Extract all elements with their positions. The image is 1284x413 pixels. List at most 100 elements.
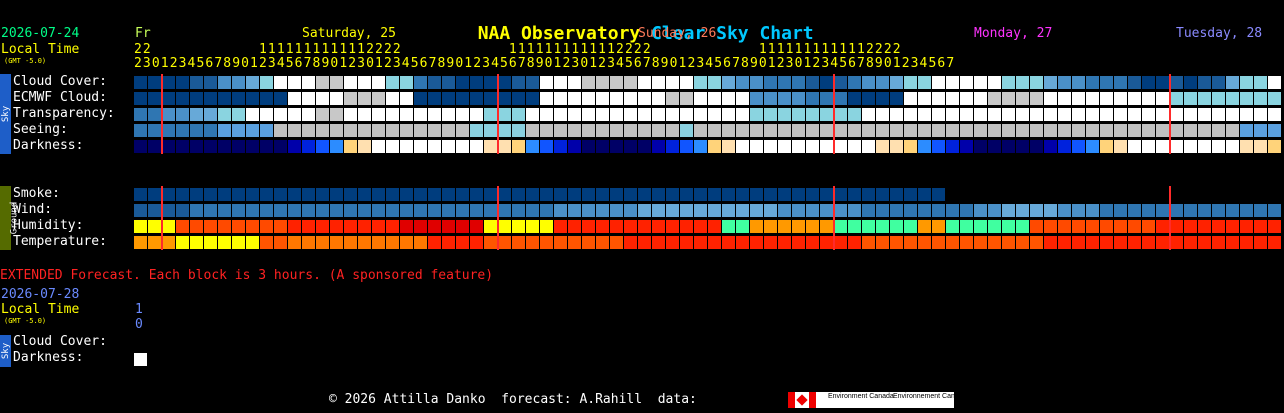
ecmwf-cell[interactable]	[610, 92, 623, 105]
darkness-cell[interactable]	[1198, 140, 1211, 153]
seeing-cell[interactable]	[1254, 124, 1267, 137]
seeing-cell[interactable]	[1072, 124, 1085, 137]
wind-cell[interactable]	[960, 204, 973, 217]
smoke-cell[interactable]	[176, 188, 189, 201]
cloud-cell[interactable]	[722, 76, 735, 89]
smoke-cell[interactable]	[568, 188, 581, 201]
temperature-cell[interactable]	[750, 236, 763, 249]
wind-cell[interactable]	[316, 204, 329, 217]
temperature-cell[interactable]	[568, 236, 581, 249]
wind-cell[interactable]	[1114, 204, 1127, 217]
transparency-cell[interactable]	[526, 108, 539, 121]
darkness-cell[interactable]	[862, 140, 875, 153]
ecmwf-cell[interactable]	[652, 92, 665, 105]
cloud-cell[interactable]	[596, 76, 609, 89]
humidity-cell[interactable]	[904, 220, 917, 233]
seeing-cell[interactable]	[1016, 124, 1029, 137]
ecmwf-cell[interactable]	[890, 92, 903, 105]
cloud-cell[interactable]	[288, 76, 301, 89]
transparency-cell[interactable]	[1226, 108, 1239, 121]
wind-cell[interactable]	[456, 204, 469, 217]
darkness-cell[interactable]	[792, 140, 805, 153]
transparency-cell[interactable]	[288, 108, 301, 121]
temperature-cell[interactable]	[638, 236, 651, 249]
cloud-cell[interactable]	[666, 76, 679, 89]
darkness-cell[interactable]	[918, 140, 931, 153]
transparency-cell[interactable]	[848, 108, 861, 121]
seeing-cell[interactable]	[652, 124, 665, 137]
cloud-cell[interactable]	[470, 76, 483, 89]
seeing-cell[interactable]	[134, 124, 147, 137]
seeing-cell[interactable]	[456, 124, 469, 137]
darkness-cell[interactable]	[554, 140, 567, 153]
wind-cell[interactable]	[302, 204, 315, 217]
seeing-cell[interactable]	[946, 124, 959, 137]
ecmwf-cell[interactable]	[1100, 92, 1113, 105]
transparency-cell[interactable]	[1240, 108, 1253, 121]
humidity-cell[interactable]	[722, 220, 735, 233]
cloud-cell[interactable]	[932, 76, 945, 89]
seeing-cell[interactable]	[1100, 124, 1113, 137]
darkness-cell[interactable]	[540, 140, 553, 153]
darkness-cell[interactable]	[974, 140, 987, 153]
transparency-cell[interactable]	[960, 108, 973, 121]
wind-cell[interactable]	[680, 204, 693, 217]
temperature-cell[interactable]	[1086, 236, 1099, 249]
temperature-cell[interactable]	[694, 236, 707, 249]
transparency-cell[interactable]	[302, 108, 315, 121]
seeing-cell[interactable]	[540, 124, 553, 137]
darkness-cell[interactable]	[1268, 140, 1281, 153]
transparency-cell[interactable]	[736, 108, 749, 121]
seeing-cell[interactable]	[904, 124, 917, 137]
seeing-cell[interactable]	[918, 124, 931, 137]
smoke-cell[interactable]	[876, 188, 889, 201]
darkness-cell[interactable]	[932, 140, 945, 153]
transparency-cell[interactable]	[400, 108, 413, 121]
darkness-cell[interactable]	[708, 140, 721, 153]
temperature-cell[interactable]	[1072, 236, 1085, 249]
seeing-cell[interactable]	[470, 124, 483, 137]
transparency-cell[interactable]	[932, 108, 945, 121]
cloud-cell[interactable]	[484, 76, 497, 89]
wind-cell[interactable]	[806, 204, 819, 217]
temperature-cell[interactable]	[834, 236, 847, 249]
temperature-cell[interactable]	[134, 236, 147, 249]
temperature-cell[interactable]	[778, 236, 791, 249]
ecmwf-cell[interactable]	[554, 92, 567, 105]
smoke-cell[interactable]	[162, 188, 175, 201]
smoke-cell[interactable]	[148, 188, 161, 201]
seeing-cell[interactable]	[190, 124, 203, 137]
temperature-cell[interactable]	[344, 236, 357, 249]
ecmwf-cell[interactable]	[204, 92, 217, 105]
darkness-cell[interactable]	[848, 140, 861, 153]
humidity-cell[interactable]	[1226, 220, 1239, 233]
ecmwf-cell[interactable]	[988, 92, 1001, 105]
temperature-cell[interactable]	[904, 236, 917, 249]
row-label-cloud-cover[interactable]: Cloud Cover:	[13, 74, 107, 90]
humidity-cell[interactable]	[666, 220, 679, 233]
humidity-cell[interactable]	[946, 220, 959, 233]
temperature-cell[interactable]	[862, 236, 875, 249]
wind-cell[interactable]	[246, 204, 259, 217]
wind-cell[interactable]	[330, 204, 343, 217]
smoke-cell[interactable]	[274, 188, 287, 201]
temperature-cell[interactable]	[736, 236, 749, 249]
darkness-cell[interactable]	[806, 140, 819, 153]
temperature-cell[interactable]	[246, 236, 259, 249]
smoke-cell[interactable]	[610, 188, 623, 201]
wind-cell[interactable]	[1030, 204, 1043, 217]
temperature-cell[interactable]	[848, 236, 861, 249]
wind-cell[interactable]	[288, 204, 301, 217]
cloud-cell[interactable]	[974, 76, 987, 89]
ecmwf-cell[interactable]	[876, 92, 889, 105]
transparency-cell[interactable]	[1100, 108, 1113, 121]
temperature-cell[interactable]	[1184, 236, 1197, 249]
ecmwf-cell[interactable]	[1058, 92, 1071, 105]
darkness-cell[interactable]	[610, 140, 623, 153]
wind-cell[interactable]	[1072, 204, 1085, 217]
humidity-cell[interactable]	[274, 220, 287, 233]
humidity-cell[interactable]	[484, 220, 497, 233]
transparency-cell[interactable]	[806, 108, 819, 121]
ecmwf-cell[interactable]	[470, 92, 483, 105]
humidity-cell[interactable]	[1268, 220, 1281, 233]
